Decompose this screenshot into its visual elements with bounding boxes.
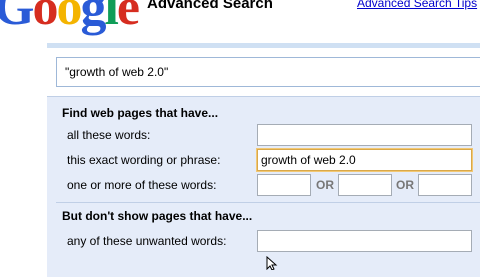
query-preview-box: "growth of web 2.0" <box>56 57 480 87</box>
all-words-input[interactable] <box>257 124 472 146</box>
one-or-more-input-2[interactable] <box>338 174 392 196</box>
header-bar <box>47 43 480 48</box>
mouse-pointer-icon <box>266 256 278 270</box>
query-preview-text: "growth of web 2.0" <box>65 65 169 79</box>
or-label-2: OR <box>396 178 414 192</box>
page-title: Advanced Search <box>147 0 273 12</box>
exact-phrase-label: this exact wording or phrase: <box>67 153 221 167</box>
one-or-more-label: one or more of these words: <box>67 178 217 192</box>
all-words-label: all these words: <box>67 128 151 142</box>
one-or-more-input-1[interactable] <box>257 174 311 196</box>
one-or-more-input-3[interactable] <box>418 174 472 196</box>
unwanted-words-input[interactable] <box>257 230 472 252</box>
unwanted-words-label: any of these unwanted words: <box>67 234 227 248</box>
find-section-heading: Find web pages that have... <box>62 106 219 120</box>
advanced-search-tips-link[interactable]: Advanced Search Tips <box>357 0 477 10</box>
exact-phrase-input[interactable] <box>257 149 472 171</box>
section-divider <box>56 202 480 203</box>
google-logo[interactable]: Google <box>0 0 140 37</box>
exclude-section-heading: But don't show pages that have... <box>62 209 253 223</box>
or-label-1: OR <box>316 178 334 192</box>
